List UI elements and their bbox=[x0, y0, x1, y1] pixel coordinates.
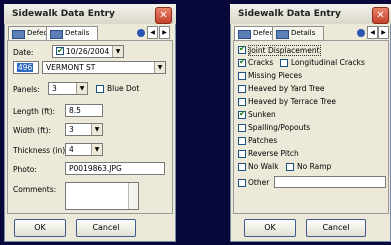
heaved-terrace-tree-checkbox[interactable] bbox=[238, 98, 246, 106]
panels-value: 3 bbox=[52, 84, 57, 93]
other-input[interactable] bbox=[274, 176, 386, 188]
tab-scroll-left[interactable]: ◀ bbox=[147, 26, 158, 39]
sunken-label: Sunken bbox=[248, 110, 276, 119]
joint-displacement-checkbox[interactable] bbox=[238, 44, 246, 54]
comments-label: Comments: bbox=[13, 185, 57, 194]
globe-icon[interactable] bbox=[357, 29, 365, 37]
close-button[interactable]: ✕ bbox=[372, 7, 389, 24]
comments-scrollbar[interactable] bbox=[128, 183, 138, 209]
longitudinal-cracks-label: Longitudinal Cracks bbox=[291, 58, 365, 67]
house-number-value: 496 bbox=[17, 63, 34, 72]
patches-checkbox[interactable] bbox=[238, 137, 246, 145]
defects-panel: Joint Displacement Cracks Longitudinal C… bbox=[233, 40, 389, 214]
ok-button[interactable]: OK bbox=[14, 219, 66, 237]
photo-label: Photo: bbox=[13, 165, 37, 174]
no-walk-label: No Walk bbox=[248, 162, 279, 171]
photo-value: P0019863.JPG bbox=[69, 164, 122, 173]
date-label: Date: bbox=[13, 48, 34, 57]
chevron-down-icon[interactable]: ▼ bbox=[76, 83, 87, 94]
tab-details[interactable]: Details bbox=[46, 26, 98, 41]
photo-field[interactable]: P0019863.JPG bbox=[65, 162, 165, 175]
other-label: Other bbox=[248, 178, 270, 187]
close-button[interactable]: ✕ bbox=[155, 7, 172, 24]
street-select[interactable]: VERMONT ST ▼ bbox=[42, 61, 166, 74]
comments-field[interactable] bbox=[65, 182, 139, 210]
missing-pieces-checkbox[interactable] bbox=[238, 72, 246, 80]
thickness-select[interactable]: 4 ▼ bbox=[65, 143, 103, 156]
heaved-terrace-tree-label: Heaved by Terrace Tree bbox=[248, 97, 336, 106]
panels-select[interactable]: 3 ▼ bbox=[48, 82, 88, 95]
thickness-label: Thickness (in): bbox=[13, 146, 68, 155]
tab-scroll-left[interactable]: ◀ bbox=[367, 26, 378, 39]
length-value: 8.5 bbox=[69, 106, 81, 115]
width-value: 3 bbox=[69, 125, 74, 134]
blue-dot-checkbox[interactable] bbox=[96, 85, 104, 93]
defects-window: Sidewalk Data Entry ✕ Defects Details ◀ … bbox=[230, 4, 391, 242]
chevron-down-icon[interactable]: ▼ bbox=[112, 46, 123, 57]
heaved-yard-tree-checkbox[interactable] bbox=[238, 85, 246, 93]
date-field[interactable]: 10/26/2004 ▼ bbox=[52, 45, 124, 58]
tab-details-label: Details bbox=[291, 29, 316, 37]
cancel-button[interactable]: Cancel bbox=[306, 219, 366, 237]
cracks-label: Cracks bbox=[248, 58, 274, 67]
window-title: Sidewalk Data Entry bbox=[238, 9, 341, 19]
chevron-down-icon[interactable]: ▼ bbox=[91, 144, 102, 155]
reverse-pitch-label: Reverse Pitch bbox=[248, 149, 299, 158]
cancel-button[interactable]: Cancel bbox=[76, 219, 136, 237]
date-value: 10/26/2004 bbox=[66, 47, 110, 56]
no-ramp-label: No Ramp bbox=[297, 162, 332, 171]
cancel-label: Cancel bbox=[92, 223, 120, 232]
spalling-popouts-label: Spalling/Popouts bbox=[248, 123, 311, 132]
table-icon bbox=[50, 30, 63, 39]
window-title: Sidewalk Data Entry bbox=[12, 9, 115, 19]
width-label: Width (ft): bbox=[13, 126, 52, 135]
close-icon: ✕ bbox=[376, 10, 385, 21]
title-bar[interactable]: Sidewalk Data Entry ✕ bbox=[4, 4, 176, 24]
width-select[interactable]: 3 ▼ bbox=[65, 123, 103, 136]
reverse-pitch-checkbox[interactable] bbox=[238, 150, 246, 158]
length-field[interactable]: 8.5 bbox=[65, 104, 103, 117]
spalling-popouts-checkbox[interactable] bbox=[238, 124, 246, 132]
ok-label: OK bbox=[34, 223, 46, 232]
title-bar[interactable]: Sidewalk Data Entry ✕ bbox=[230, 4, 391, 24]
house-number-field[interactable]: 496 bbox=[13, 61, 39, 74]
thickness-value: 4 bbox=[69, 145, 74, 154]
table-icon bbox=[276, 30, 289, 39]
ok-label: OK bbox=[264, 223, 276, 232]
globe-icon[interactable] bbox=[137, 29, 145, 37]
panels-label: Panels: bbox=[13, 85, 40, 94]
street-value: VERMONT ST bbox=[46, 63, 96, 72]
table-icon bbox=[238, 30, 251, 39]
missing-pieces-label: Missing Pieces bbox=[248, 71, 303, 80]
details-panel: Date: 10/26/2004 ▼ 496 VERMONT ST ▼ Pane… bbox=[7, 40, 173, 214]
date-checkbox[interactable] bbox=[56, 46, 64, 56]
sunken-checkbox[interactable] bbox=[238, 109, 246, 119]
longitudinal-cracks-checkbox[interactable] bbox=[280, 59, 288, 67]
table-icon bbox=[12, 30, 25, 39]
details-window: Sidewalk Data Entry ✕ Defects Details ◀ … bbox=[4, 4, 176, 242]
patches-label: Patches bbox=[248, 136, 278, 145]
no-ramp-checkbox[interactable] bbox=[286, 163, 294, 171]
close-icon: ✕ bbox=[159, 10, 168, 21]
cracks-checkbox[interactable] bbox=[238, 57, 246, 67]
tab-scroll-right[interactable]: ▶ bbox=[378, 26, 389, 39]
tab-scroll-right[interactable]: ▶ bbox=[159, 26, 170, 39]
chevron-down-icon[interactable]: ▼ bbox=[91, 124, 102, 135]
blue-dot-label: Blue Dot bbox=[107, 84, 140, 93]
cancel-label: Cancel bbox=[322, 223, 350, 232]
ok-button[interactable]: OK bbox=[244, 219, 296, 237]
tab-details[interactable]: Details bbox=[272, 26, 324, 40]
length-label: Length (ft): bbox=[13, 107, 56, 116]
chevron-down-icon[interactable]: ▼ bbox=[154, 62, 165, 73]
heaved-yard-tree-label: Heaved by Yard Tree bbox=[248, 84, 325, 93]
joint-displacement-label: Joint Displacement bbox=[248, 45, 321, 56]
no-walk-checkbox[interactable] bbox=[238, 163, 246, 171]
tab-details-label: Details bbox=[65, 29, 90, 37]
other-checkbox[interactable] bbox=[238, 179, 246, 187]
